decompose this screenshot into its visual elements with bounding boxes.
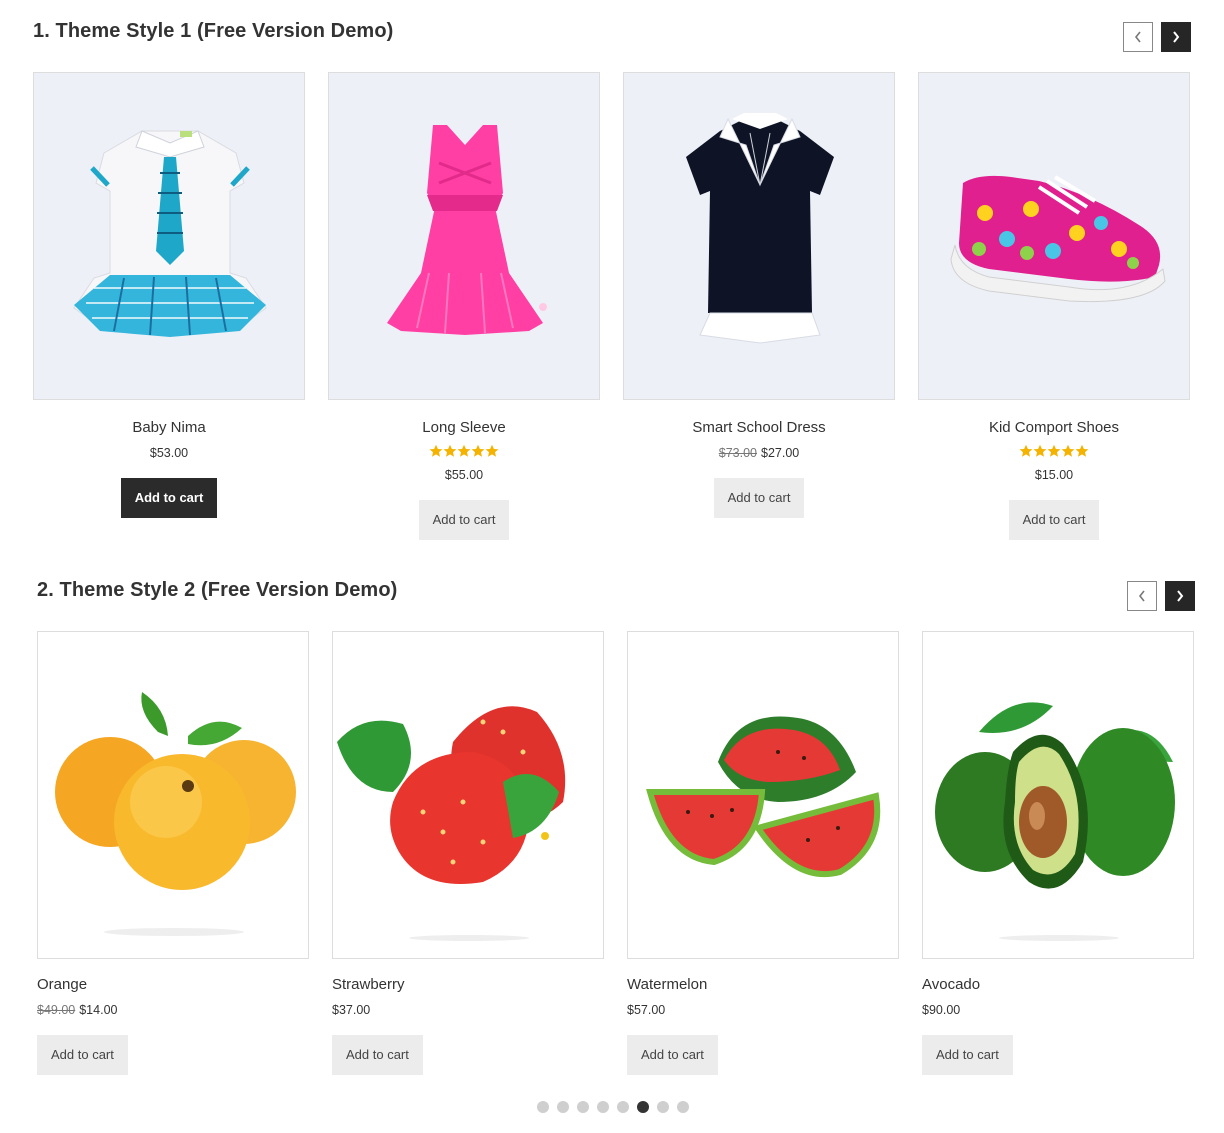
star-icon xyxy=(471,444,485,457)
product-image[interactable] xyxy=(922,631,1194,959)
owl-print-sneaker-image xyxy=(950,175,1166,303)
product-price: $57.00 xyxy=(627,1001,899,1019)
product-image[interactable] xyxy=(918,72,1190,400)
product-current-price: $37.00 xyxy=(332,1003,371,1017)
add-to-cart-button[interactable]: Add to cart xyxy=(37,1035,128,1075)
carousel-prev-button[interactable] xyxy=(1123,22,1153,52)
product-current-price: $57.00 xyxy=(627,1003,666,1017)
pagination-dot[interactable] xyxy=(657,1101,669,1113)
add-to-cart-button[interactable]: Add to cart xyxy=(418,500,510,540)
carousel-next-button[interactable] xyxy=(1165,581,1195,611)
carousel-next-button[interactable] xyxy=(1161,22,1191,52)
star-icon xyxy=(457,444,471,457)
product-name[interactable]: Orange xyxy=(37,975,309,995)
product-card: Kid Comport Shoes $15.00 Add to cart xyxy=(918,72,1190,540)
pagination-dot[interactable] xyxy=(617,1101,629,1113)
product-name[interactable]: Strawberry xyxy=(332,975,604,995)
product-price: $49.00 $14.00 xyxy=(37,1001,309,1019)
product-price: $53.00 xyxy=(33,444,305,462)
star-icon xyxy=(1075,444,1089,457)
product-card: Watermelon $57.00 Add to cart xyxy=(627,631,899,1075)
product-image[interactable] xyxy=(332,631,604,959)
product-card: Avocado $90.00 Add to cart xyxy=(922,631,1194,1075)
pagination-dot[interactable] xyxy=(537,1101,549,1113)
star-icon xyxy=(1047,444,1061,457)
product-name[interactable]: Watermelon xyxy=(627,975,899,995)
star-icon xyxy=(1019,444,1033,457)
strawberries-image xyxy=(337,706,566,941)
peaches-image xyxy=(55,692,296,936)
watermelon-slices-image xyxy=(646,716,881,878)
chevron-right-icon xyxy=(1177,590,1184,602)
star-icon xyxy=(1033,444,1047,457)
product-old-price: $73.00 xyxy=(718,446,757,460)
add-to-cart-button[interactable]: Add to cart xyxy=(713,478,805,518)
product-image[interactable] xyxy=(37,631,309,959)
pagination-dot[interactable] xyxy=(637,1101,649,1113)
product-current-price: $14.00 xyxy=(79,1003,118,1017)
product-name[interactable]: Avocado xyxy=(922,975,1194,995)
pink-dress-image xyxy=(387,125,547,335)
pagination-dot[interactable] xyxy=(677,1101,689,1113)
product-name[interactable]: Smart School Dress xyxy=(623,418,895,438)
product-price: $37.00 xyxy=(332,1001,604,1019)
star-icon xyxy=(1061,444,1075,457)
section-title: 2. Theme Style 2 (Free Version Demo) xyxy=(37,579,398,601)
product-image[interactable] xyxy=(623,72,895,400)
product-image[interactable] xyxy=(328,72,600,400)
product-name[interactable]: Baby Nima xyxy=(33,418,305,438)
product-current-price: $53.00 xyxy=(149,446,189,460)
product-image[interactable] xyxy=(33,72,305,400)
product-price: $73.00 $27.00 xyxy=(623,444,895,462)
star-icon xyxy=(429,444,443,457)
star-icon xyxy=(485,444,499,457)
rating-stars xyxy=(328,444,600,460)
chevron-left-icon xyxy=(1138,590,1145,602)
product-current-price: $55.00 xyxy=(444,468,484,482)
product-image[interactable] xyxy=(627,631,899,959)
product-price: $15.00 xyxy=(918,466,1190,484)
product-card: Long Sleeve $55.00 Add to cart xyxy=(328,72,600,540)
rating-stars xyxy=(918,444,1190,460)
pagination-dot[interactable] xyxy=(577,1101,589,1113)
add-to-cart-button[interactable]: Add to cart xyxy=(922,1035,1013,1075)
section-title: 1. Theme Style 1 (Free Version Demo) xyxy=(33,20,394,42)
star-icon xyxy=(443,444,457,457)
product-current-price: $27.00 xyxy=(761,446,800,460)
product-name[interactable]: Kid Comport Shoes xyxy=(918,418,1190,438)
product-old-price: $49.00 xyxy=(37,1003,76,1017)
chevron-right-icon xyxy=(1173,31,1180,43)
product-price: $90.00 xyxy=(922,1001,1194,1019)
add-to-cart-button[interactable]: Add to cart xyxy=(627,1035,718,1075)
navy-top-white-collar-image xyxy=(686,113,834,344)
pagination-dot[interactable] xyxy=(597,1101,609,1113)
avocados-image xyxy=(935,702,1175,941)
product-card: Orange $49.00 $14.00 Add to cart xyxy=(37,631,309,1075)
product-current-price: $15.00 xyxy=(1034,468,1074,482)
add-to-cart-button[interactable]: Add to cart xyxy=(332,1035,423,1075)
product-card: Smart School Dress $73.00 $27.00 Add to c… xyxy=(623,72,895,518)
product-name[interactable]: Long Sleeve xyxy=(328,418,600,438)
carousel-prev-button[interactable] xyxy=(1127,581,1157,611)
add-to-cart-button[interactable]: Add to cart xyxy=(120,478,218,518)
school-uniform-dress-image xyxy=(73,130,267,337)
carousel-pagination xyxy=(0,1101,1224,1113)
product-card: Baby Nima $53.00 Add to cart xyxy=(33,72,305,518)
add-to-cart-button[interactable]: Add to cart xyxy=(1008,500,1100,540)
chevron-left-icon xyxy=(1134,31,1141,43)
product-card: Strawberry $37.00 Add to cart xyxy=(332,631,604,1075)
product-current-price: $90.00 xyxy=(922,1003,961,1017)
product-price: $55.00 xyxy=(328,466,600,484)
pagination-dot[interactable] xyxy=(557,1101,569,1113)
